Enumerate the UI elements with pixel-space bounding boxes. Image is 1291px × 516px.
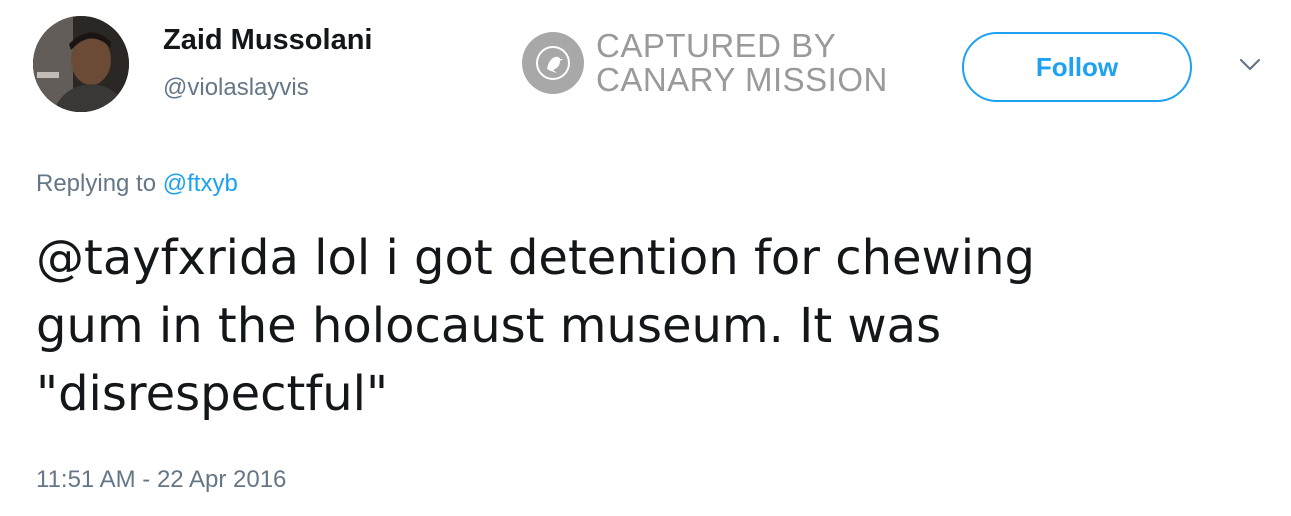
canary-bird-icon: [522, 32, 584, 94]
tweet-text-line: "disrespectful": [36, 366, 389, 422]
user-handle[interactable]: @violaslayvis: [163, 74, 309, 102]
watermark-text: CAPTURED BY CANARY MISSION: [596, 29, 888, 97]
tweet-text-line: @tayfxrida lol i got detention for chewi…: [36, 230, 1036, 286]
replying-to: Replying to @ftxyb: [36, 170, 238, 198]
tweet-text-line: gum in the holocaust museum. It was: [36, 298, 942, 354]
replying-to-label: Replying to: [36, 170, 157, 197]
watermark-line-2: CANARY MISSION: [596, 61, 888, 98]
chevron-down-icon[interactable]: [1238, 56, 1262, 74]
reply-mention-link[interactable]: @ftxyb: [163, 170, 238, 197]
watermark-line-1: CAPTURED BY: [596, 27, 837, 64]
avatar[interactable]: [33, 16, 129, 112]
canary-mission-watermark: CAPTURED BY CANARY MISSION: [522, 28, 888, 98]
tweet-text: @tayfxrida lol i got detention for chewi…: [36, 224, 1236, 428]
avatar-photo: [33, 16, 129, 112]
tweet-timestamp[interactable]: 11:51 AM - 22 Apr 2016: [36, 466, 286, 494]
follow-button[interactable]: Follow: [962, 32, 1192, 102]
display-name[interactable]: Zaid Mussolani: [163, 24, 372, 57]
